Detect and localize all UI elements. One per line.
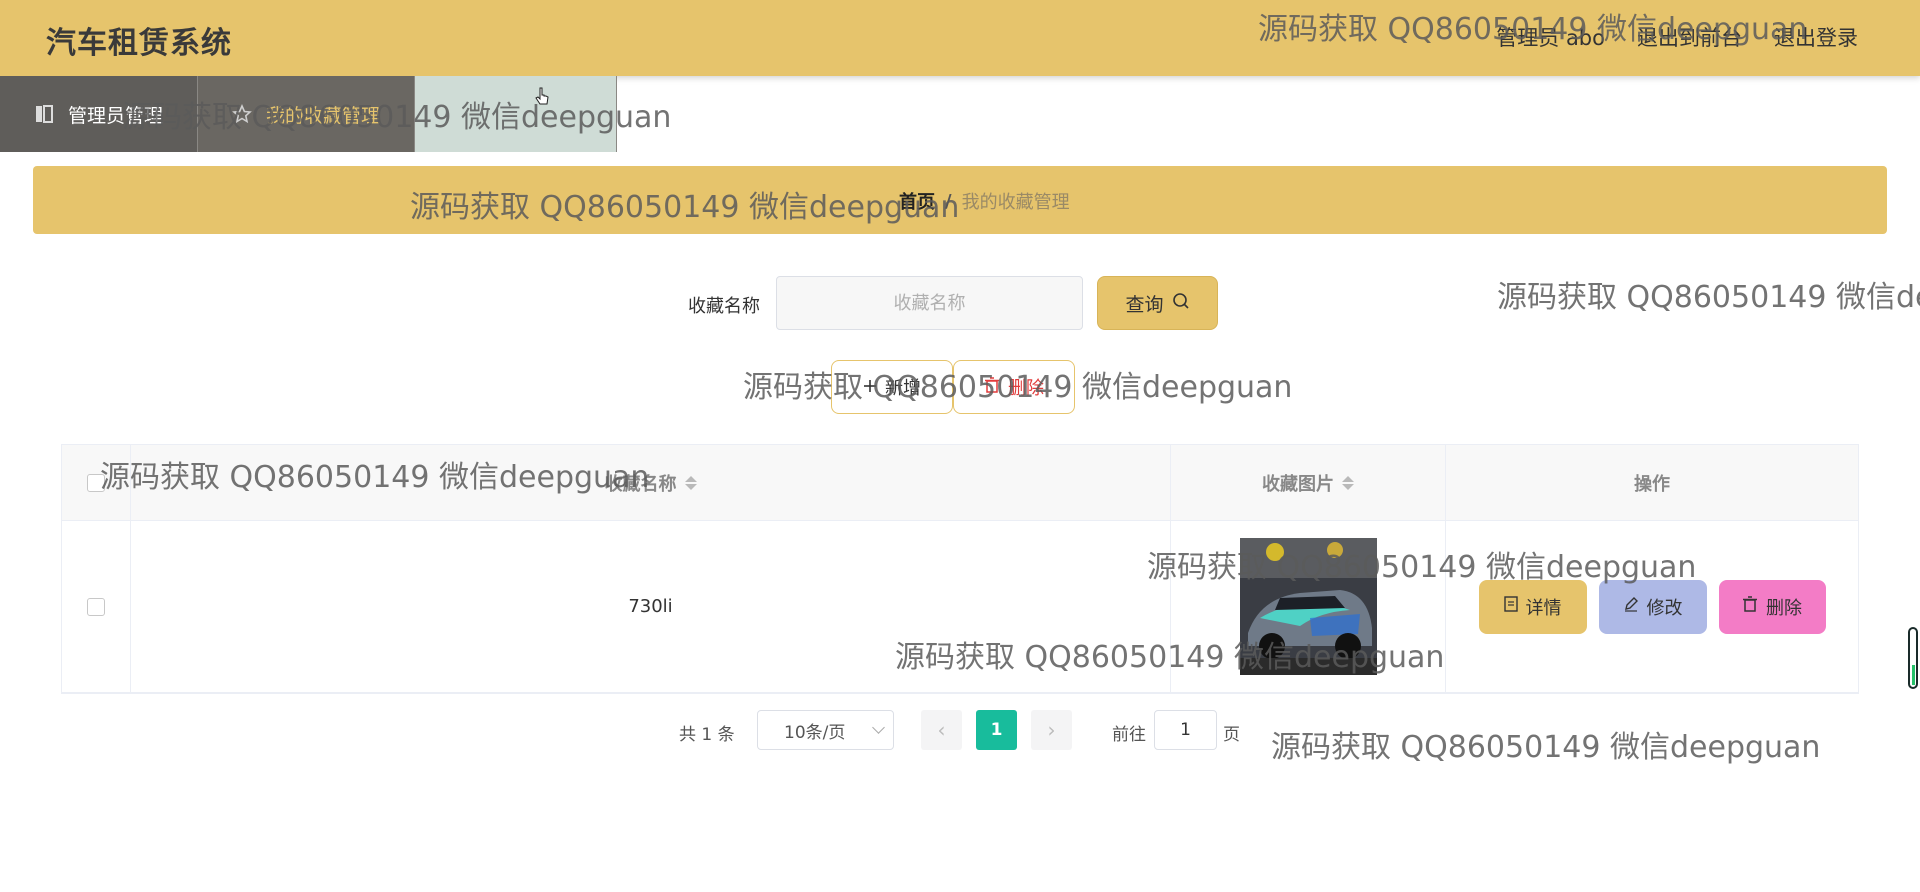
row-delete-label: 删除: [1766, 597, 1802, 618]
chevron-left-icon: ‹: [937, 718, 946, 742]
star-icon: [232, 103, 252, 124]
column-header-label: 收藏图片: [1262, 473, 1334, 495]
nav-item-admin[interactable]: 管理员管理: [0, 76, 199, 152]
search-icon: [1172, 292, 1190, 315]
toolbar: 新增 删除: [33, 360, 1887, 414]
add-button-label: 新增: [885, 378, 921, 399]
plus-icon: [863, 377, 877, 398]
row-delete-button[interactable]: 删除: [1718, 579, 1826, 634]
sort-icon[interactable]: [1342, 475, 1354, 490]
chevron-right-icon: ›: [1047, 718, 1056, 742]
document-icon: [1503, 596, 1518, 617]
page-size-value: 10条/页: [784, 722, 846, 743]
breadcrumb-bar: 首页 / 我的收藏管理: [33, 166, 1887, 234]
favorites-table: 收藏名称 收藏图片 操作 730li 详情 修改 删除: [61, 444, 1859, 694]
mouse-cursor-icon: [535, 87, 551, 111]
breadcrumb-home[interactable]: 首页: [899, 188, 935, 214]
trash-icon: [1742, 596, 1758, 617]
scroll-indicator[interactable]: [1908, 627, 1918, 689]
book-icon: [34, 104, 54, 124]
cell-ops: 详情 修改 删除: [1446, 521, 1858, 692]
nav-item-label: 我的收藏管理: [266, 104, 381, 127]
pencil-icon: [1623, 596, 1639, 617]
search-input[interactable]: [776, 276, 1083, 330]
goto-unit: 页: [1223, 725, 1240, 745]
table-row: 730li 详情 修改 删除: [62, 521, 1858, 693]
header-links: 管理员 abo 退出到前台 退出登录: [1496, 22, 1858, 52]
column-header-label: 操作: [1634, 473, 1670, 495]
cell-name: 730li: [131, 521, 1171, 692]
prev-page-button[interactable]: ‹: [921, 710, 962, 750]
breadcrumb-current: 我的收藏管理: [961, 192, 1070, 213]
sort-icon[interactable]: [684, 475, 697, 490]
nav-item-hover-highlight[interactable]: [415, 76, 618, 152]
next-page-button[interactable]: ›: [1031, 710, 1072, 750]
add-button[interactable]: 新增: [831, 360, 953, 414]
search-button-label: 查询: [1125, 293, 1164, 316]
search-label: 收藏名称: [688, 296, 760, 317]
goto-page-input[interactable]: [1154, 710, 1217, 750]
row-checkbox[interactable]: [87, 597, 105, 616]
column-header-image[interactable]: 收藏图片: [1171, 445, 1446, 520]
column-header-label: 收藏名称: [604, 473, 677, 495]
trash-icon: [984, 376, 1000, 398]
table-header: 收藏名称 收藏图片 操作: [62, 445, 1858, 521]
cell-image: [1171, 521, 1446, 692]
top-header: 汽车租赁系统 管理员 abo 退出到前台 退出登录: [0, 0, 1920, 76]
header-checkbox-cell: [62, 445, 131, 520]
breadcrumb: 首页 / 我的收藏管理: [899, 188, 1070, 214]
logout-link[interactable]: 退出登录: [1774, 22, 1858, 52]
car-photo[interactable]: [1239, 538, 1377, 675]
favorite-name: 730li: [628, 596, 673, 617]
page-number-button[interactable]: 1: [976, 710, 1017, 750]
current-user-label: 管理员 abo: [1496, 26, 1605, 50]
search-form: 收藏名称 查询: [33, 276, 1887, 332]
main-nav: 管理员管理 我的收藏管理: [0, 76, 618, 152]
batch-delete-label: 删除: [1008, 378, 1044, 399]
detail-button[interactable]: 详情: [1478, 579, 1587, 634]
pagination: 共 1 条 10条/页 ‹ 1 › 前往 页: [33, 710, 1887, 750]
breadcrumb-separator: /: [945, 190, 952, 212]
front-page-link[interactable]: 退出到前台: [1637, 22, 1742, 52]
search-button[interactable]: 查询: [1097, 276, 1218, 330]
column-header-name[interactable]: 收藏名称: [131, 445, 1171, 520]
select-all-checkbox[interactable]: [87, 473, 105, 492]
column-header-ops: 操作: [1446, 445, 1858, 520]
page-size-select[interactable]: 10条/页: [757, 710, 894, 750]
nav-item-label: 管理员管理: [68, 104, 164, 127]
pagination-total: 共 1 条: [679, 725, 735, 745]
batch-delete-button[interactable]: 删除: [953, 360, 1075, 414]
chevron-down-icon: [872, 721, 885, 734]
row-checkbox-cell: [62, 521, 131, 692]
edit-button-label: 修改: [1646, 597, 1683, 618]
nav-item-favorites[interactable]: 我的收藏管理: [198, 76, 416, 152]
app-title: 汽车租赁系统: [46, 26, 232, 61]
edit-button[interactable]: 修改: [1598, 579, 1707, 634]
detail-button-label: 详情: [1525, 597, 1562, 618]
content-panel: 收藏名称 查询 新增 删除 收藏名称: [33, 248, 1887, 776]
goto-label: 前往: [1112, 725, 1146, 745]
